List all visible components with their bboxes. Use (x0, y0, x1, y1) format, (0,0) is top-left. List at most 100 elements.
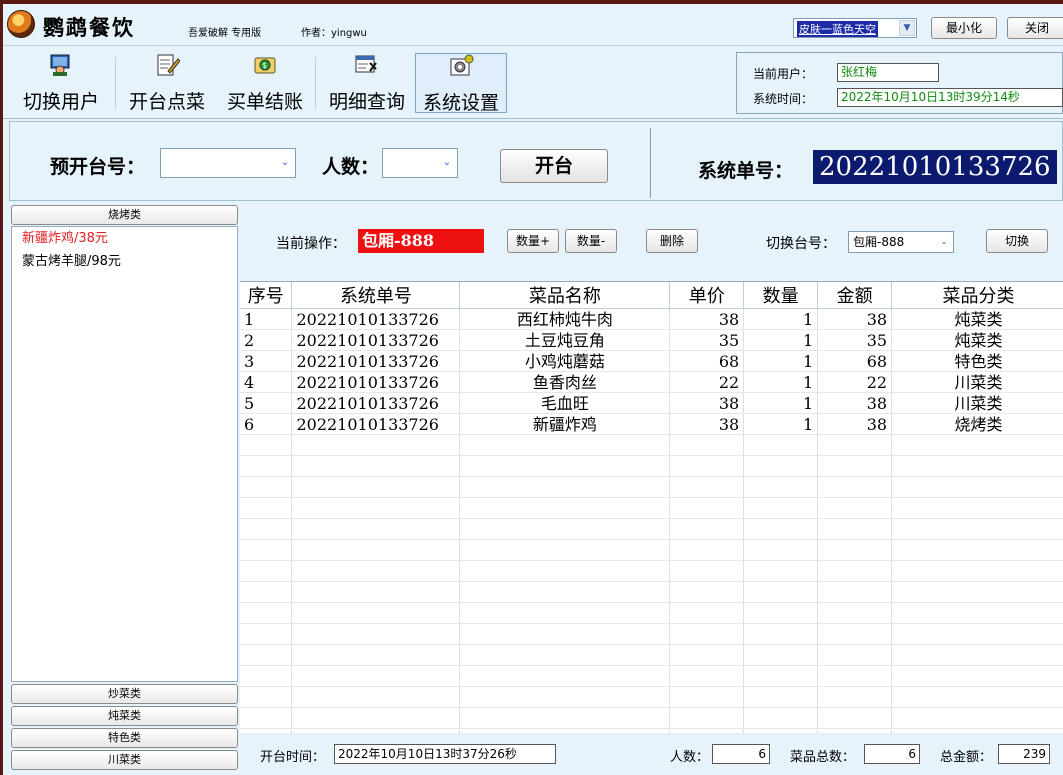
empty-cell (459, 560, 671, 582)
empty-cell (891, 518, 1063, 540)
cell-order-no: 20221010133726 (291, 308, 461, 330)
empty-cell (743, 707, 819, 729)
col-header-dish-name[interactable]: 菜品名称 (459, 282, 671, 309)
table-row[interactable]: 6 20221010133726 新疆炸鸡 38 1 38 烧烤类 (240, 413, 1063, 435)
col-header-index[interactable]: 序号 (240, 282, 293, 309)
cell-amount: 22 (817, 371, 893, 393)
col-header-amount[interactable]: 金额 (817, 282, 893, 309)
dish-item[interactable]: 新疆炸鸡/38元 (12, 227, 237, 250)
cell-amount: 35 (817, 329, 893, 351)
open-table-button[interactable]: 开台 (500, 149, 608, 183)
empty-cell (891, 644, 1063, 666)
cell-dish-name: 小鸡炖蘑菇 (459, 350, 671, 372)
app-title: 鹦鹉餐饮 (43, 15, 135, 40)
category-tab-bbq[interactable]: 烧烤类 (11, 205, 238, 225)
table-row[interactable]: 3 20221010133726 小鸡炖蘑菇 68 1 68 特色类 (240, 350, 1063, 372)
skin-select[interactable]: 皮肤一蓝色天空 ▼ (793, 18, 917, 38)
empty-cell (240, 434, 293, 456)
chevron-down-icon[interactable]: ▼ (899, 20, 915, 36)
table-row[interactable]: 5 20221010133726 毛血旺 38 1 38 川菜类 (240, 392, 1063, 414)
empty-cell (743, 560, 819, 582)
table-row[interactable]: 4 20221010133726 鱼香肉丝 22 1 22 川菜类 (240, 371, 1063, 393)
empty-cell (891, 560, 1063, 582)
cell-price: 35 (669, 329, 745, 351)
empty-row (240, 686, 1063, 708)
empty-cell (743, 686, 819, 708)
empty-cell (743, 728, 819, 733)
switch-button[interactable]: 切换 (986, 229, 1048, 253)
empty-row (240, 434, 1063, 456)
col-header-price[interactable]: 单价 (669, 282, 745, 309)
cell-category: 川菜类 (891, 371, 1063, 393)
empty-cell (817, 707, 893, 729)
col-header-order-no[interactable]: 系统单号 (291, 282, 461, 309)
empty-cell (669, 686, 745, 708)
empty-row (240, 602, 1063, 624)
order-header: 预开台号： ⌄ 人数： ⌄ 开台 系统单号： 20221010133726 (9, 121, 1063, 201)
empty-cell (291, 455, 461, 477)
category-tab-stew[interactable]: 炖菜类 (11, 706, 238, 726)
cell-qty: 1 (743, 413, 819, 435)
category-tab-sichuan[interactable]: 川菜类 (11, 750, 238, 770)
switch-table-select[interactable]: 包厢-888 ⌄ (848, 231, 954, 253)
table-no-select[interactable]: ⌄ (160, 148, 296, 178)
chevron-down-icon[interactable]: ⌄ (936, 233, 952, 251)
cell-index: 1 (240, 308, 293, 330)
toolbar-detail-query[interactable]: 明细查询 (319, 53, 415, 113)
empty-cell (291, 728, 461, 733)
col-header-qty[interactable]: 数量 (743, 282, 819, 309)
empty-cell (891, 728, 1063, 733)
close-button[interactable]: 关闭 (1007, 17, 1063, 39)
empty-cell (240, 497, 293, 519)
cell-dish-name: 新疆炸鸡 (459, 413, 671, 435)
empty-cell (817, 581, 893, 603)
empty-cell (459, 455, 671, 477)
dish-item[interactable]: 蒙古烤羊腿/98元 (12, 250, 237, 273)
toolbar-checkout[interactable]: $ 买单结账 (217, 53, 313, 113)
chevron-down-icon[interactable]: ⌄ (438, 150, 456, 176)
table-row[interactable]: 2 20221010133726 土豆炖豆角 35 1 35 炖菜类 (240, 329, 1063, 351)
title-bar: 鹦鹉餐饮 吾爱破解 专用版 作者：yingwu 皮肤一蓝色天空 ▼ 最小化 关闭 (3, 4, 1063, 46)
empty-cell (817, 623, 893, 645)
chevron-down-icon[interactable]: ⌄ (276, 150, 294, 176)
empty-cell (743, 581, 819, 603)
empty-row (240, 728, 1063, 733)
empty-row (240, 539, 1063, 561)
qty-minus-button[interactable]: 数量- (565, 229, 617, 253)
empty-cell (291, 476, 461, 498)
delete-button[interactable]: 删除 (646, 229, 698, 253)
parrot-logo-icon (7, 10, 35, 38)
table-row[interactable]: 1 20221010133726 西红柿炖牛肉 38 1 38 炖菜类 (240, 308, 1063, 330)
col-header-category[interactable]: 菜品分类 (891, 282, 1063, 309)
cell-category: 特色类 (891, 350, 1063, 372)
empty-cell (817, 686, 893, 708)
amount-label: 总金额： (940, 750, 993, 765)
cell-order-no: 20221010133726 (291, 350, 461, 372)
empty-cell (240, 581, 293, 603)
cell-dish-name: 鱼香肉丝 (459, 371, 671, 393)
empty-cell (817, 497, 893, 519)
empty-cell (743, 623, 819, 645)
people-select[interactable]: ⌄ (382, 148, 458, 178)
empty-cell (743, 434, 819, 456)
toolbar-system-settings[interactable]: 系统设置 (415, 53, 507, 114)
toolbar-open-order[interactable]: 开台点菜 (119, 53, 215, 113)
toolbar-switch-user[interactable]: 切换用户 (13, 53, 109, 113)
qty-plus-button[interactable]: 数量+ (507, 229, 559, 253)
empty-cell (743, 602, 819, 624)
minimize-button[interactable]: 最小化 (931, 17, 997, 39)
empty-cell (891, 581, 1063, 603)
cell-qty: 1 (743, 350, 819, 372)
empty-cell (669, 665, 745, 687)
empty-cell (743, 518, 819, 540)
empty-row (240, 476, 1063, 498)
switch-table-label: 切换台号： (766, 236, 836, 252)
empty-cell (817, 644, 893, 666)
empty-cell (240, 644, 293, 666)
category-tab-special[interactable]: 特色类 (11, 728, 238, 748)
category-tab-stir-fry[interactable]: 炒菜类 (11, 684, 238, 704)
skin-select-value: 皮肤一蓝色天空 (797, 21, 878, 37)
empty-cell (891, 686, 1063, 708)
empty-cell (743, 497, 819, 519)
empty-cell (459, 707, 671, 729)
